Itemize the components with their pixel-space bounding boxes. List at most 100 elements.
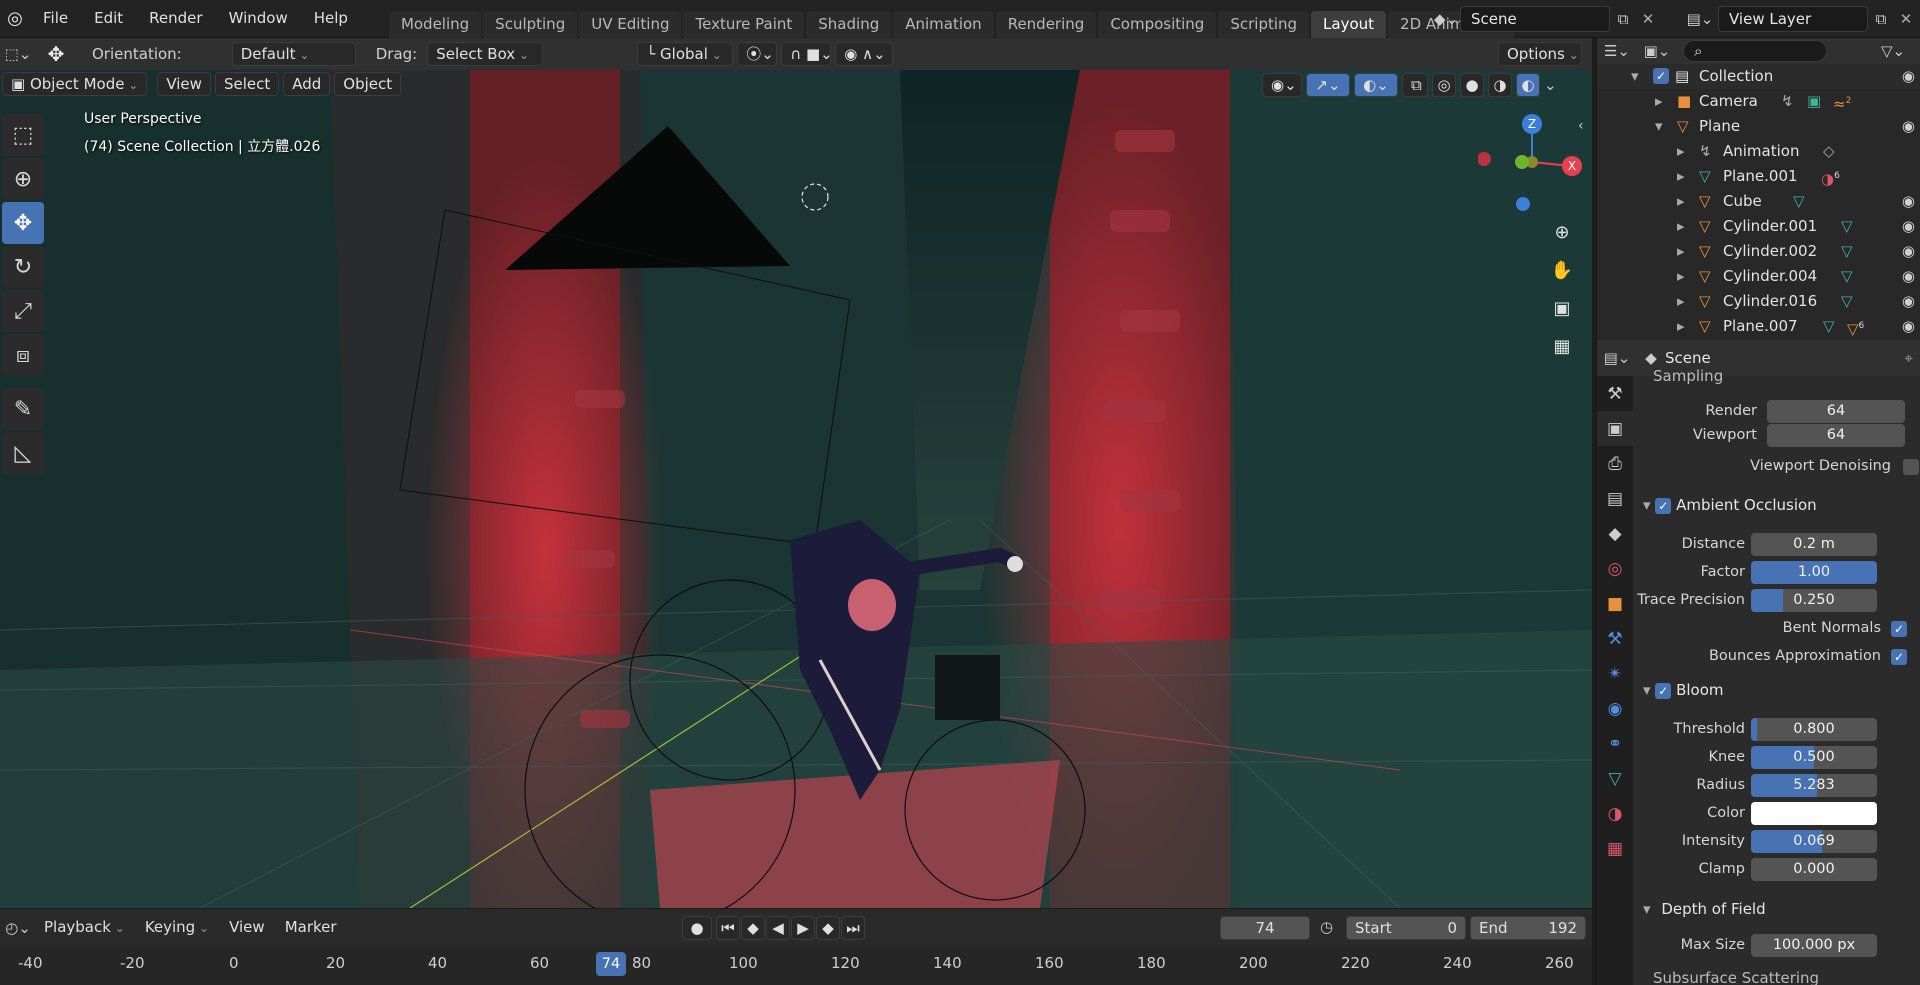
overlays-toggle-icon[interactable]: ◐⌄	[1354, 73, 1398, 97]
gizmo-z-label[interactable]: Z	[1522, 114, 1542, 134]
bloom-clamp-field[interactable]: 0.000	[1751, 858, 1877, 881]
transform-tool-icon[interactable]: ⧈	[2, 334, 44, 376]
scene-tab-icon[interactable]: ◆	[1597, 516, 1633, 551]
render-tab-icon[interactable]: ▣	[1597, 411, 1633, 446]
menu-file[interactable]: File	[30, 0, 81, 38]
visibility-eye-icon[interactable]: ◉	[1902, 114, 1915, 139]
sampling-panel-header[interactable]: Sampling	[1637, 368, 1920, 384]
transform-orientation-dropdown[interactable]: └ Global	[637, 42, 734, 66]
tool-tab-icon[interactable]: ⚒	[1597, 376, 1633, 411]
bloom-radius-field[interactable]: 5.283	[1751, 774, 1877, 797]
cursor-tool-icon[interactable]: ⊕	[2, 158, 44, 200]
tab-layout[interactable]: Layout	[1311, 10, 1387, 38]
outliner-row-cylinder-001[interactable]: ▸ ▽ Cylinder.001 ▽ ◉	[1597, 214, 1920, 239]
drag-dropdown[interactable]: Select Box	[427, 42, 544, 66]
visibility-eye-icon[interactable]: ◉	[1902, 64, 1915, 89]
properties-editor-icon[interactable]: ▤⌄	[1597, 349, 1637, 367]
pivot-point-button[interactable]: ⦿⌄	[737, 42, 778, 66]
current-frame-field[interactable]: 74	[1220, 916, 1310, 940]
menu-edit[interactable]: Edit	[81, 0, 136, 38]
camera-view-icon[interactable]: ▣	[1546, 292, 1578, 324]
editor-type-icon[interactable]: ⬚⌄	[0, 45, 36, 63]
tab-sculpting[interactable]: Sculpting	[483, 10, 578, 38]
select-box-tool-icon[interactable]: ⬚	[2, 114, 44, 156]
tab-modeling[interactable]: Modeling	[388, 10, 482, 38]
gizmo-toggle-icon[interactable]: ↗⌄	[1306, 73, 1350, 97]
next-keyframe-icon[interactable]: ◆	[816, 916, 840, 940]
outliner-row-cube[interactable]: ▸ ▽ Cube ▽ ◉	[1597, 189, 1920, 214]
marker-menu[interactable]: Marker	[277, 916, 345, 940]
visibility-eye-icon[interactable]: ◉	[1902, 189, 1915, 214]
3d-viewport[interactable]: ▣ Object Mode View Select Add Object ◉⌄ …	[0, 70, 1592, 908]
tab-texture-paint[interactable]: Texture Paint	[683, 10, 805, 38]
navigation-gizmo[interactable]: Z Y X	[1478, 110, 1588, 220]
particles-tab-icon[interactable]: ✴	[1597, 656, 1633, 691]
preview-range-icon[interactable]: ◷	[1320, 918, 1333, 936]
new-view-layer-icon[interactable]: ⧉	[1868, 6, 1894, 32]
ao-factor-field[interactable]: 1.00	[1751, 561, 1877, 584]
collection-checkbox[interactable]: ✓	[1653, 68, 1669, 84]
view-layer-field[interactable]: View Layer	[1718, 6, 1868, 32]
constraints-tab-icon[interactable]: ⚭	[1597, 726, 1633, 761]
visibility-icon[interactable]: ◉⌄	[1262, 73, 1302, 97]
viewport-samples-field[interactable]: 64	[1767, 424, 1905, 447]
sss-panel-header[interactable]: Subsurface Scattering	[1637, 971, 1920, 985]
data-tab-icon[interactable]: ▽	[1597, 761, 1633, 796]
timeline-view-menu[interactable]: View	[221, 916, 273, 940]
bloom-checkbox[interactable]: ✓	[1655, 682, 1672, 699]
outliner-row-plane[interactable]: ▾ ▽ Plane ◉	[1597, 114, 1920, 139]
ao-distance-field[interactable]: 0.2 m	[1751, 533, 1877, 556]
shading-rendered-icon[interactable]: ◐	[1516, 73, 1540, 97]
tab-animation[interactable]: Animation	[893, 10, 994, 38]
outliner-row-camera[interactable]: ▸ ■ Camera ↯ ▣ ≈2	[1597, 89, 1920, 114]
bounces-approx-checkbox[interactable]: ✓	[1891, 649, 1907, 665]
filter-icon[interactable]: ▽⌄	[1873, 42, 1913, 60]
outliner-row-collection[interactable]: ▾ ✓ ▤ Collection ◉	[1597, 64, 1920, 89]
scene-name-field[interactable]: Scene	[1460, 6, 1610, 32]
proportional-editing-toggle[interactable]: ◉ ∧⌄	[835, 42, 894, 66]
shading-options-icon[interactable]: ⌄	[1544, 76, 1560, 94]
new-scene-icon[interactable]: ⧉	[1610, 6, 1636, 32]
outliner-row-cylinder-004[interactable]: ▸ ▽ Cylinder.004 ▽ ◉	[1597, 264, 1920, 289]
shading-solid-icon[interactable]: ●	[1460, 73, 1484, 97]
keying-menu[interactable]: Keying	[137, 916, 217, 940]
scale-tool-icon[interactable]: ⤢	[2, 290, 44, 332]
outliner-row-animation[interactable]: ▸ ↯ Animation ◇	[1597, 139, 1920, 164]
shading-wireframe-icon[interactable]: ◎	[1432, 73, 1456, 97]
outliner-row-plane-001[interactable]: ▸ ▽ Plane.001 ◑6	[1597, 164, 1920, 189]
perspective-toggle-icon[interactable]: ▦	[1546, 330, 1578, 362]
measure-tool-icon[interactable]: ◺	[2, 432, 44, 474]
tab-shading[interactable]: Shading	[806, 10, 892, 38]
scene-selector-icon[interactable]: ◆⌄	[1432, 6, 1460, 32]
timeline-editor-icon[interactable]: ◴⌄	[0, 919, 36, 937]
ao-trace-precision-field[interactable]: 0.250	[1751, 589, 1877, 612]
zoom-icon[interactable]: ⊕	[1546, 216, 1578, 248]
pin-icon[interactable]: ⌖	[1905, 349, 1913, 367]
jump-start-icon[interactable]: ⏮	[716, 916, 740, 940]
shading-material-icon[interactable]: ◑	[1488, 73, 1512, 97]
dof-max-size-field[interactable]: 100.000 px	[1751, 934, 1877, 957]
bloom-panel-header[interactable]: ▾ ✓ Bloom	[1637, 676, 1920, 704]
prev-keyframe-icon[interactable]: ◆	[741, 916, 765, 940]
play-icon[interactable]: ▶	[791, 916, 815, 940]
gizmo-x-label[interactable]: X	[1562, 156, 1582, 176]
output-tab-icon[interactable]: ⎙	[1597, 446, 1633, 481]
physics-tab-icon[interactable]: ◉	[1597, 691, 1633, 726]
dof-panel-header[interactable]: ▾ Depth of Field	[1637, 895, 1920, 923]
record-button-icon[interactable]: ●	[682, 916, 712, 940]
move-tool-button-icon[interactable]: ✥	[2, 202, 44, 244]
bloom-threshold-field[interactable]: 0.800	[1751, 718, 1877, 741]
end-frame-field[interactable]: End 192	[1470, 916, 1586, 940]
viewport-menu-view[interactable]: View	[157, 72, 211, 96]
snap-toggle[interactable]: ∩ ■⌄	[781, 42, 833, 66]
material-tab-icon[interactable]: ◑	[1597, 796, 1633, 831]
visibility-eye-icon[interactable]: ◉	[1902, 264, 1915, 289]
viewport-menu-object[interactable]: Object	[334, 72, 402, 96]
mode-dropdown[interactable]: ▣ Object Mode	[2, 72, 148, 96]
view-layer-tab-icon[interactable]: ▤	[1597, 481, 1633, 516]
world-tab-icon[interactable]: ◎	[1597, 551, 1633, 586]
ao-panel-header[interactable]: ▾ ✓ Ambient Occlusion	[1637, 491, 1920, 519]
menu-help[interactable]: Help	[301, 0, 361, 38]
xray-toggle-icon[interactable]: ⧉	[1402, 73, 1428, 97]
tab-rendering[interactable]: Rendering	[995, 10, 1097, 38]
